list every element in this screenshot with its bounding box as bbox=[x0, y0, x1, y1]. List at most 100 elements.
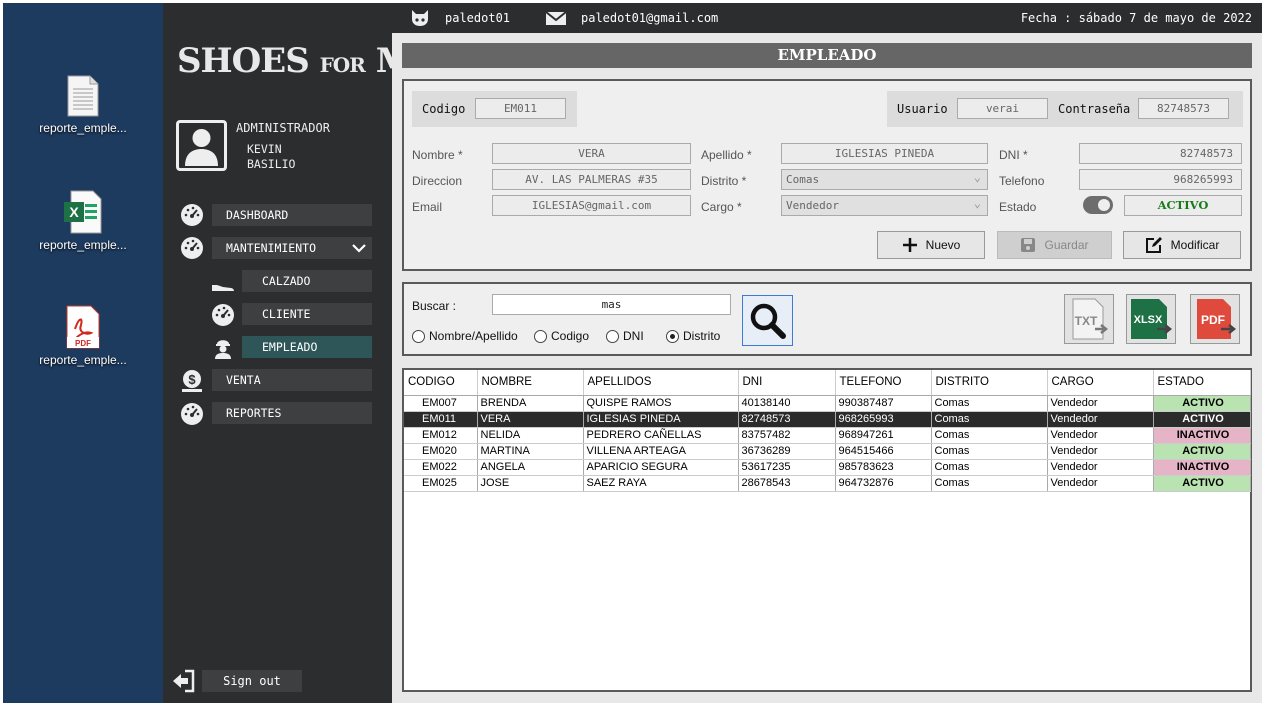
desktop-icon-label: reporte_emple... bbox=[39, 353, 127, 367]
sign-out-icon[interactable] bbox=[171, 669, 195, 693]
nuevo-button-label: Nuevo bbox=[925, 238, 961, 252]
radio-codigo[interactable]: Codigo bbox=[534, 329, 589, 343]
export-txt-button[interactable]: TXT bbox=[1064, 294, 1114, 344]
table-row[interactable]: EM020 MARTINA VILLENA ARTEAGA 36736289 9… bbox=[404, 443, 1251, 460]
telefono-field[interactable]: 968265993 bbox=[1079, 169, 1242, 190]
password-label: Contraseña bbox=[1058, 102, 1131, 116]
table-row[interactable]: EM025 JOSE SAEZ RAYA 28678543 964732876 … bbox=[404, 475, 1251, 492]
desktop-icon-pdf-report[interactable]: PDF reporte_emple... bbox=[3, 305, 163, 367]
table-cell: EM012 bbox=[404, 427, 478, 444]
codigo-field[interactable]: EM011 bbox=[475, 98, 566, 119]
table-cell: Comas bbox=[931, 395, 1048, 412]
table-row[interactable]: EM007 BRENDA QUISPE RAMOS 40138140 99038… bbox=[404, 395, 1251, 412]
direccion-field[interactable]: AV. LAS PALMERAS #35 bbox=[492, 169, 691, 190]
cargo-select[interactable]: Vendedor bbox=[781, 194, 988, 216]
table-cell: 964515466 bbox=[835, 443, 932, 460]
table-cell: EM022 bbox=[404, 459, 478, 476]
col-header[interactable]: DNI bbox=[738, 370, 836, 396]
guardar-button[interactable]: Guardar bbox=[997, 231, 1112, 259]
table-cell: EM011 bbox=[404, 411, 478, 428]
radio-distrito[interactable]: Distrito bbox=[666, 329, 720, 343]
table-header-row: CODIGO NOMBRE APELLIDOS DNI TELEFONO DIS… bbox=[404, 370, 1251, 396]
table-cell: EM007 bbox=[404, 395, 478, 412]
usuario-field[interactable]: verai bbox=[957, 98, 1048, 119]
search-panel: Buscar : mas Nombre/Apellido Codigo DNI … bbox=[402, 282, 1252, 356]
col-header[interactable]: CARGO bbox=[1047, 370, 1154, 396]
nav-venta[interactable]: VENTA bbox=[212, 369, 372, 391]
xlsx-export-icon: XLSX bbox=[1131, 299, 1173, 339]
nombre-field[interactable]: VERA bbox=[492, 143, 691, 164]
password-field[interactable]: 82748573 bbox=[1138, 98, 1229, 119]
codigo-box: Codigo EM011 bbox=[412, 91, 577, 127]
export-xlsx-button[interactable]: XLSX bbox=[1126, 294, 1176, 344]
table-cell: Vendedor bbox=[1047, 459, 1154, 476]
sign-out-button[interactable]: Sign out bbox=[202, 670, 302, 692]
table-cell: MARTINA bbox=[477, 443, 584, 460]
account-box: Usuario verai Contraseña 82748573 bbox=[887, 91, 1243, 127]
table-cell: Vendedor bbox=[1047, 395, 1154, 412]
nav-calzado[interactable]: CALZADO bbox=[242, 270, 372, 292]
txt-export-icon: TXT bbox=[1072, 298, 1109, 340]
top-email: paledot01@gmail.com bbox=[581, 11, 719, 25]
toggle-knob bbox=[1098, 199, 1110, 211]
search-button[interactable] bbox=[742, 295, 793, 346]
table-row[interactable]: EM022 ANGELA APARICIO SEGURA 53617235 98… bbox=[404, 459, 1251, 476]
radio-nombre-apellido[interactable]: Nombre/Apellido bbox=[412, 329, 518, 343]
email-field[interactable]: IGLESIAS@gmail.com bbox=[492, 195, 691, 216]
distrito-select[interactable]: Comas bbox=[781, 168, 988, 190]
svg-text:TXT: TXT bbox=[1075, 314, 1098, 328]
table-cell: Comas bbox=[931, 427, 1048, 444]
excel-file-icon: X bbox=[64, 190, 102, 234]
table-cell: Vendedor bbox=[1047, 475, 1154, 492]
table-cell: Vendedor bbox=[1047, 443, 1154, 460]
export-pdf-button[interactable]: PDF bbox=[1190, 294, 1240, 344]
col-header[interactable]: ESTADO bbox=[1153, 370, 1251, 396]
avatar bbox=[176, 120, 227, 171]
table-cell: Vendedor bbox=[1047, 427, 1154, 444]
pdf-export-icon: PDF bbox=[1197, 299, 1237, 339]
radio-dni[interactable]: DNI bbox=[606, 329, 644, 343]
nav-mantenimiento[interactable]: MANTENIMIENTO bbox=[212, 237, 372, 259]
table-cell: 36736289 bbox=[738, 443, 836, 460]
nav-cliente[interactable]: CLIENTE bbox=[242, 303, 372, 325]
svg-text:XLSX: XLSX bbox=[1134, 314, 1163, 326]
radio-dot bbox=[606, 329, 619, 343]
col-header[interactable]: NOMBRE bbox=[477, 370, 584, 396]
reports-icon bbox=[181, 403, 203, 425]
col-header[interactable]: TELEFONO bbox=[835, 370, 932, 396]
apellido-field[interactable]: IGLESIAS PINEDA bbox=[781, 143, 988, 164]
table-cell: Comas bbox=[931, 475, 1048, 492]
table-cell: 985783623 bbox=[835, 459, 932, 476]
table-cell: JOSE bbox=[477, 475, 584, 492]
table-cell: EM020 bbox=[404, 443, 478, 460]
desktop-icon-xlsx-report[interactable]: X reporte_emple... bbox=[3, 190, 163, 252]
table-row[interactable]: EM012 NELIDA PEDRERO CAÑELLAS 83757482 9… bbox=[404, 427, 1251, 444]
estado-toggle[interactable] bbox=[1083, 196, 1113, 214]
search-icon bbox=[750, 303, 786, 339]
nav-empleado[interactable]: EMPLEADO bbox=[242, 336, 372, 358]
table-cell: APARICIO SEGURA bbox=[583, 459, 739, 476]
edit-icon bbox=[1145, 237, 1162, 253]
table-row-selected[interactable]: EM011 VERA IGLESIAS PINEDA 82748573 9682… bbox=[404, 411, 1251, 428]
dni-field[interactable]: 82748573 bbox=[1079, 143, 1242, 164]
radio-label: Nombre/Apellido bbox=[429, 329, 518, 343]
nuevo-button[interactable]: Nuevo bbox=[877, 231, 985, 259]
table-cell: 83757482 bbox=[738, 427, 836, 444]
desktop-icon-txt-report[interactable]: reporte_emple... bbox=[3, 75, 163, 135]
table-cell: BRENDA bbox=[477, 395, 584, 412]
col-header[interactable]: DISTRITO bbox=[931, 370, 1048, 396]
col-header[interactable]: CODIGO bbox=[404, 370, 478, 396]
table-cell: NELIDA bbox=[477, 427, 584, 444]
nombre-label: Nombre * bbox=[412, 148, 463, 162]
modificar-button[interactable]: Modificar bbox=[1123, 231, 1241, 259]
estado-label: Estado bbox=[999, 200, 1037, 214]
status-badge: INACTIVO bbox=[1153, 427, 1251, 444]
page-title: EMPLEADO bbox=[402, 43, 1252, 68]
nav-reportes[interactable]: REPORTES bbox=[212, 402, 372, 424]
search-input[interactable]: mas bbox=[492, 294, 731, 315]
plus-icon bbox=[902, 238, 917, 252]
nav-dashboard[interactable]: DASHBOARD bbox=[212, 204, 372, 226]
apellido-label: Apellido * bbox=[701, 148, 752, 162]
employee-table: CODIGO NOMBRE APELLIDOS DNI TELEFONO DIS… bbox=[404, 370, 1251, 492]
col-header[interactable]: APELLIDOS bbox=[583, 370, 739, 396]
